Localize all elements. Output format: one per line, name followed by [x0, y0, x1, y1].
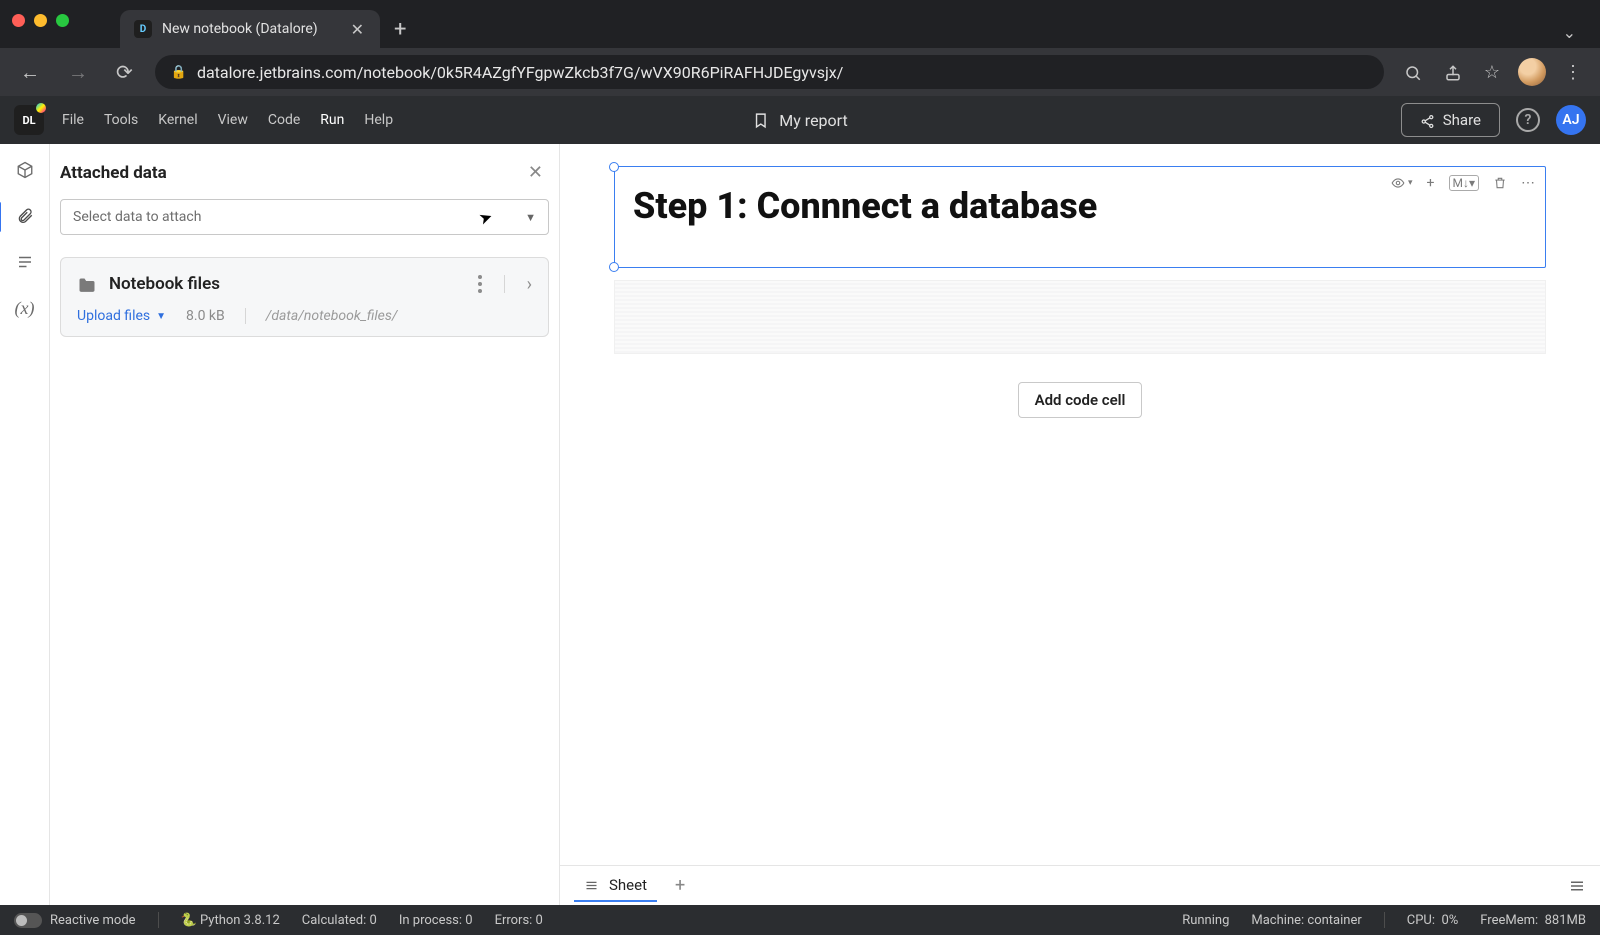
tab-title: New notebook (Datalore) — [162, 21, 318, 37]
sheet-tab[interactable]: Sheet — [574, 870, 657, 902]
divider — [245, 308, 246, 324]
share-label: Share — [1443, 111, 1481, 129]
chevron-right-icon[interactable]: › — [527, 274, 532, 295]
files-size: 8.0 kB — [186, 308, 225, 324]
new-tab-button[interactable]: + — [380, 11, 420, 48]
tab-favicon: D — [134, 20, 152, 38]
chevron-down-icon: ▼ — [525, 211, 536, 224]
menu-run[interactable]: Run — [320, 112, 344, 128]
share-page-icon[interactable] — [1440, 60, 1466, 85]
rail-package-icon[interactable] — [10, 158, 40, 182]
upload-files-link[interactable]: Upload files ▼ — [77, 308, 166, 324]
attached-data-panel: Attached data ✕ Select data to attach ➤ … — [50, 144, 560, 905]
cell-output-placeholder — [614, 280, 1546, 354]
folder-icon — [77, 272, 97, 296]
cell-handle-top[interactable] — [609, 162, 619, 172]
add-sheet-button[interactable]: + — [675, 875, 685, 896]
python-icon: 🐍 — [181, 913, 197, 928]
cpu-status: CPU: 0% — [1407, 913, 1459, 928]
files-path: /data/notebook_files/ — [266, 308, 398, 324]
cell-more-icon[interactable]: ⋯ — [1521, 175, 1535, 191]
minimize-window-dot[interactable] — [34, 14, 47, 27]
share-icon — [1420, 111, 1435, 129]
user-avatar-badge[interactable]: AJ — [1556, 105, 1586, 135]
browser-menu-icon[interactable]: ⋮ — [1560, 60, 1586, 85]
browser-tab[interactable]: D New notebook (Datalore) ✕ — [120, 10, 380, 48]
reload-button[interactable]: ⟳ — [110, 58, 139, 86]
close-tab-icon[interactable]: ✕ — [349, 20, 366, 39]
markdown-cell[interactable]: ▾ + M↓▾ ⋯ Step 1: Connnect a database — [614, 166, 1546, 268]
dropdown-placeholder: Select data to attach — [73, 209, 201, 225]
errors-status: Errors: 0 — [495, 913, 543, 928]
main-menu: File Tools Kernel View Code Run Help — [62, 112, 393, 128]
machine-status: Machine: container — [1251, 913, 1361, 928]
freemem-status: FreeMem: 881MB — [1480, 913, 1586, 928]
menu-kernel[interactable]: Kernel — [158, 112, 197, 128]
lock-icon: 🔒 — [171, 65, 187, 80]
forward-button[interactable]: → — [62, 58, 94, 87]
cell-delete-icon[interactable] — [1493, 175, 1507, 191]
left-rail: (x) — [0, 144, 50, 905]
back-button[interactable]: ← — [14, 58, 46, 87]
card-title: Notebook files — [109, 274, 220, 294]
card-more-icon[interactable] — [478, 275, 482, 293]
kernel-running-status: Running — [1182, 913, 1229, 928]
panel-title: Attached data — [60, 163, 167, 183]
tabs-dropdown-icon[interactable]: ⌄ — [1549, 17, 1590, 48]
notebook-files-card: Notebook files › Upload files ▼ 8.0 kB /… — [60, 257, 549, 337]
url-text: datalore.jetbrains.com/notebook/0k5R4AZg… — [197, 63, 843, 82]
menu-tools[interactable]: Tools — [104, 112, 138, 128]
sheet-label: Sheet — [609, 876, 647, 894]
share-button[interactable]: Share — [1401, 103, 1500, 137]
rail-variables-icon[interactable]: (x) — [10, 296, 40, 320]
divider — [1384, 912, 1385, 928]
url-input[interactable]: 🔒 datalore.jetbrains.com/notebook/0k5R4A… — [155, 55, 1384, 89]
cell-add-icon[interactable]: + — [1427, 175, 1435, 191]
app-header: DL File Tools Kernel View Code Run Help … — [0, 96, 1600, 144]
chevron-down-icon: ▼ — [156, 311, 166, 322]
close-window-dot[interactable] — [12, 14, 25, 27]
help-button[interactable]: ? — [1516, 108, 1540, 132]
search-icon[interactable] — [1400, 60, 1426, 85]
window-traffic-lights — [12, 14, 69, 27]
sheet-outline-icon — [584, 876, 599, 894]
cell-visibility-icon[interactable]: ▾ — [1391, 176, 1413, 190]
app-logo[interactable]: DL — [14, 105, 44, 135]
menu-file[interactable]: File — [62, 112, 84, 128]
bookmark-star-icon[interactable]: ☆ — [1480, 60, 1504, 85]
rail-outline-icon[interactable] — [10, 250, 40, 274]
profile-avatar[interactable] — [1518, 58, 1546, 86]
python-version[interactable]: 🐍 Python 3.8.12 — [181, 913, 280, 928]
browser-tab-strip: D New notebook (Datalore) ✕ + ⌄ — [0, 0, 1600, 48]
attach-data-dropdown[interactable]: Select data to attach ➤ ▼ — [60, 199, 549, 235]
doc-title: My report — [779, 111, 847, 130]
browser-address-bar: ← → ⟳ 🔒 datalore.jetbrains.com/notebook/… — [0, 48, 1600, 96]
calculated-status: Calculated: 0 — [302, 913, 377, 928]
notebook-editor: ▾ + M↓▾ ⋯ Step 1: Connnect a database Ad… — [560, 144, 1600, 905]
toggle-icon — [14, 913, 42, 928]
cell-type-icon[interactable]: M↓▾ — [1449, 175, 1480, 191]
add-code-cell-button[interactable]: Add code cell — [1018, 382, 1143, 418]
menu-code[interactable]: Code — [268, 112, 300, 128]
bookmark-icon[interactable] — [752, 110, 769, 130]
divider — [504, 275, 505, 293]
status-bar: Reactive mode 🐍 Python 3.8.12 Calculated… — [0, 905, 1600, 935]
rail-attach-icon[interactable] — [10, 204, 40, 228]
divider — [158, 912, 159, 928]
cell-handle-bottom[interactable] — [609, 262, 619, 272]
mouse-cursor-icon: ➤ — [476, 206, 495, 228]
panel-close-icon[interactable]: ✕ — [528, 162, 543, 183]
sheet-bar: Sheet + — [560, 865, 1600, 905]
sheet-menu-icon[interactable] — [1568, 875, 1586, 896]
maximize-window-dot[interactable] — [56, 14, 69, 27]
menu-view[interactable]: View — [218, 112, 248, 128]
menu-help[interactable]: Help — [364, 112, 393, 128]
reactive-mode-toggle[interactable]: Reactive mode — [14, 913, 136, 928]
cell-toolbar: ▾ + M↓▾ ⋯ — [1391, 175, 1535, 191]
inprocess-status: In process: 0 — [399, 913, 473, 928]
doc-title-area[interactable]: My report — [752, 110, 847, 130]
cell-heading-text[interactable]: Step 1: Connnect a database — [633, 185, 1527, 227]
